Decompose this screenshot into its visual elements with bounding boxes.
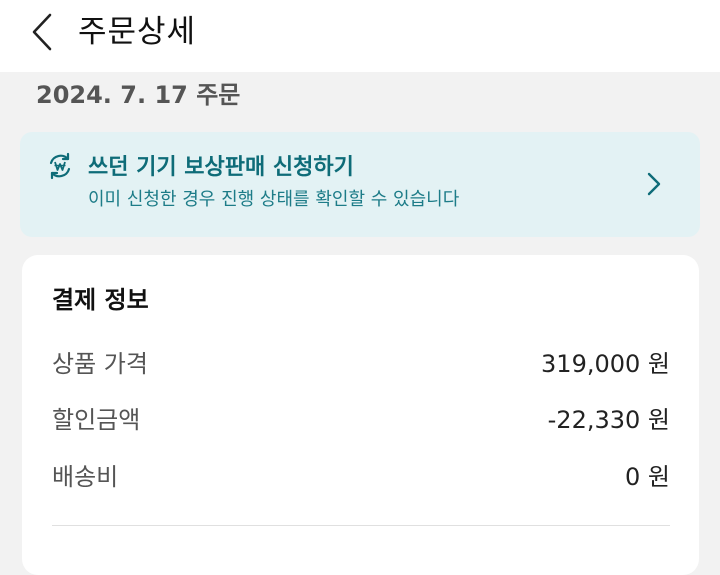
order-date: 2024. 7. 17 주문 [36,81,241,109]
payment-info-card: 결제 정보 상품 가격 319,000 원 할인금액 -22,330 원 배송비… [22,255,699,575]
payment-row-product-price: 상품 가격 319,000 원 [52,347,670,381]
trade-in-banner[interactable]: 쓰던 기기 보상판매 신청하기 이미 신청한 경우 진행 상태를 확인할 수 있… [20,132,700,237]
back-button[interactable] [22,10,62,54]
trade-in-subtitle: 이미 신청한 경우 진행 상태를 확인할 수 있습니다 [88,189,460,210]
trade-in-won-cycle-icon [49,152,71,180]
app-header: 주문상세 [0,0,720,72]
payment-divider [52,525,670,526]
chevron-left-icon [32,13,52,51]
payment-row-value: 319,000 원 [541,350,670,378]
payment-section-title: 결제 정보 [52,286,149,314]
payment-row-label: 배송비 [52,463,119,491]
payment-row-discount: 할인금액 -22,330 원 [52,403,670,437]
trade-in-title: 쓰던 기기 보상판매 신청하기 [88,155,354,180]
payment-row-value: 0 원 [625,463,670,491]
payment-row-value: -22,330 원 [547,406,670,434]
payment-row-label: 상품 가격 [52,350,148,378]
chevron-right-icon [647,172,661,196]
payment-row-label: 할인금액 [52,406,141,434]
page-title: 주문상세 [78,14,197,50]
payment-row-shipping: 배송비 0 원 [52,460,670,494]
